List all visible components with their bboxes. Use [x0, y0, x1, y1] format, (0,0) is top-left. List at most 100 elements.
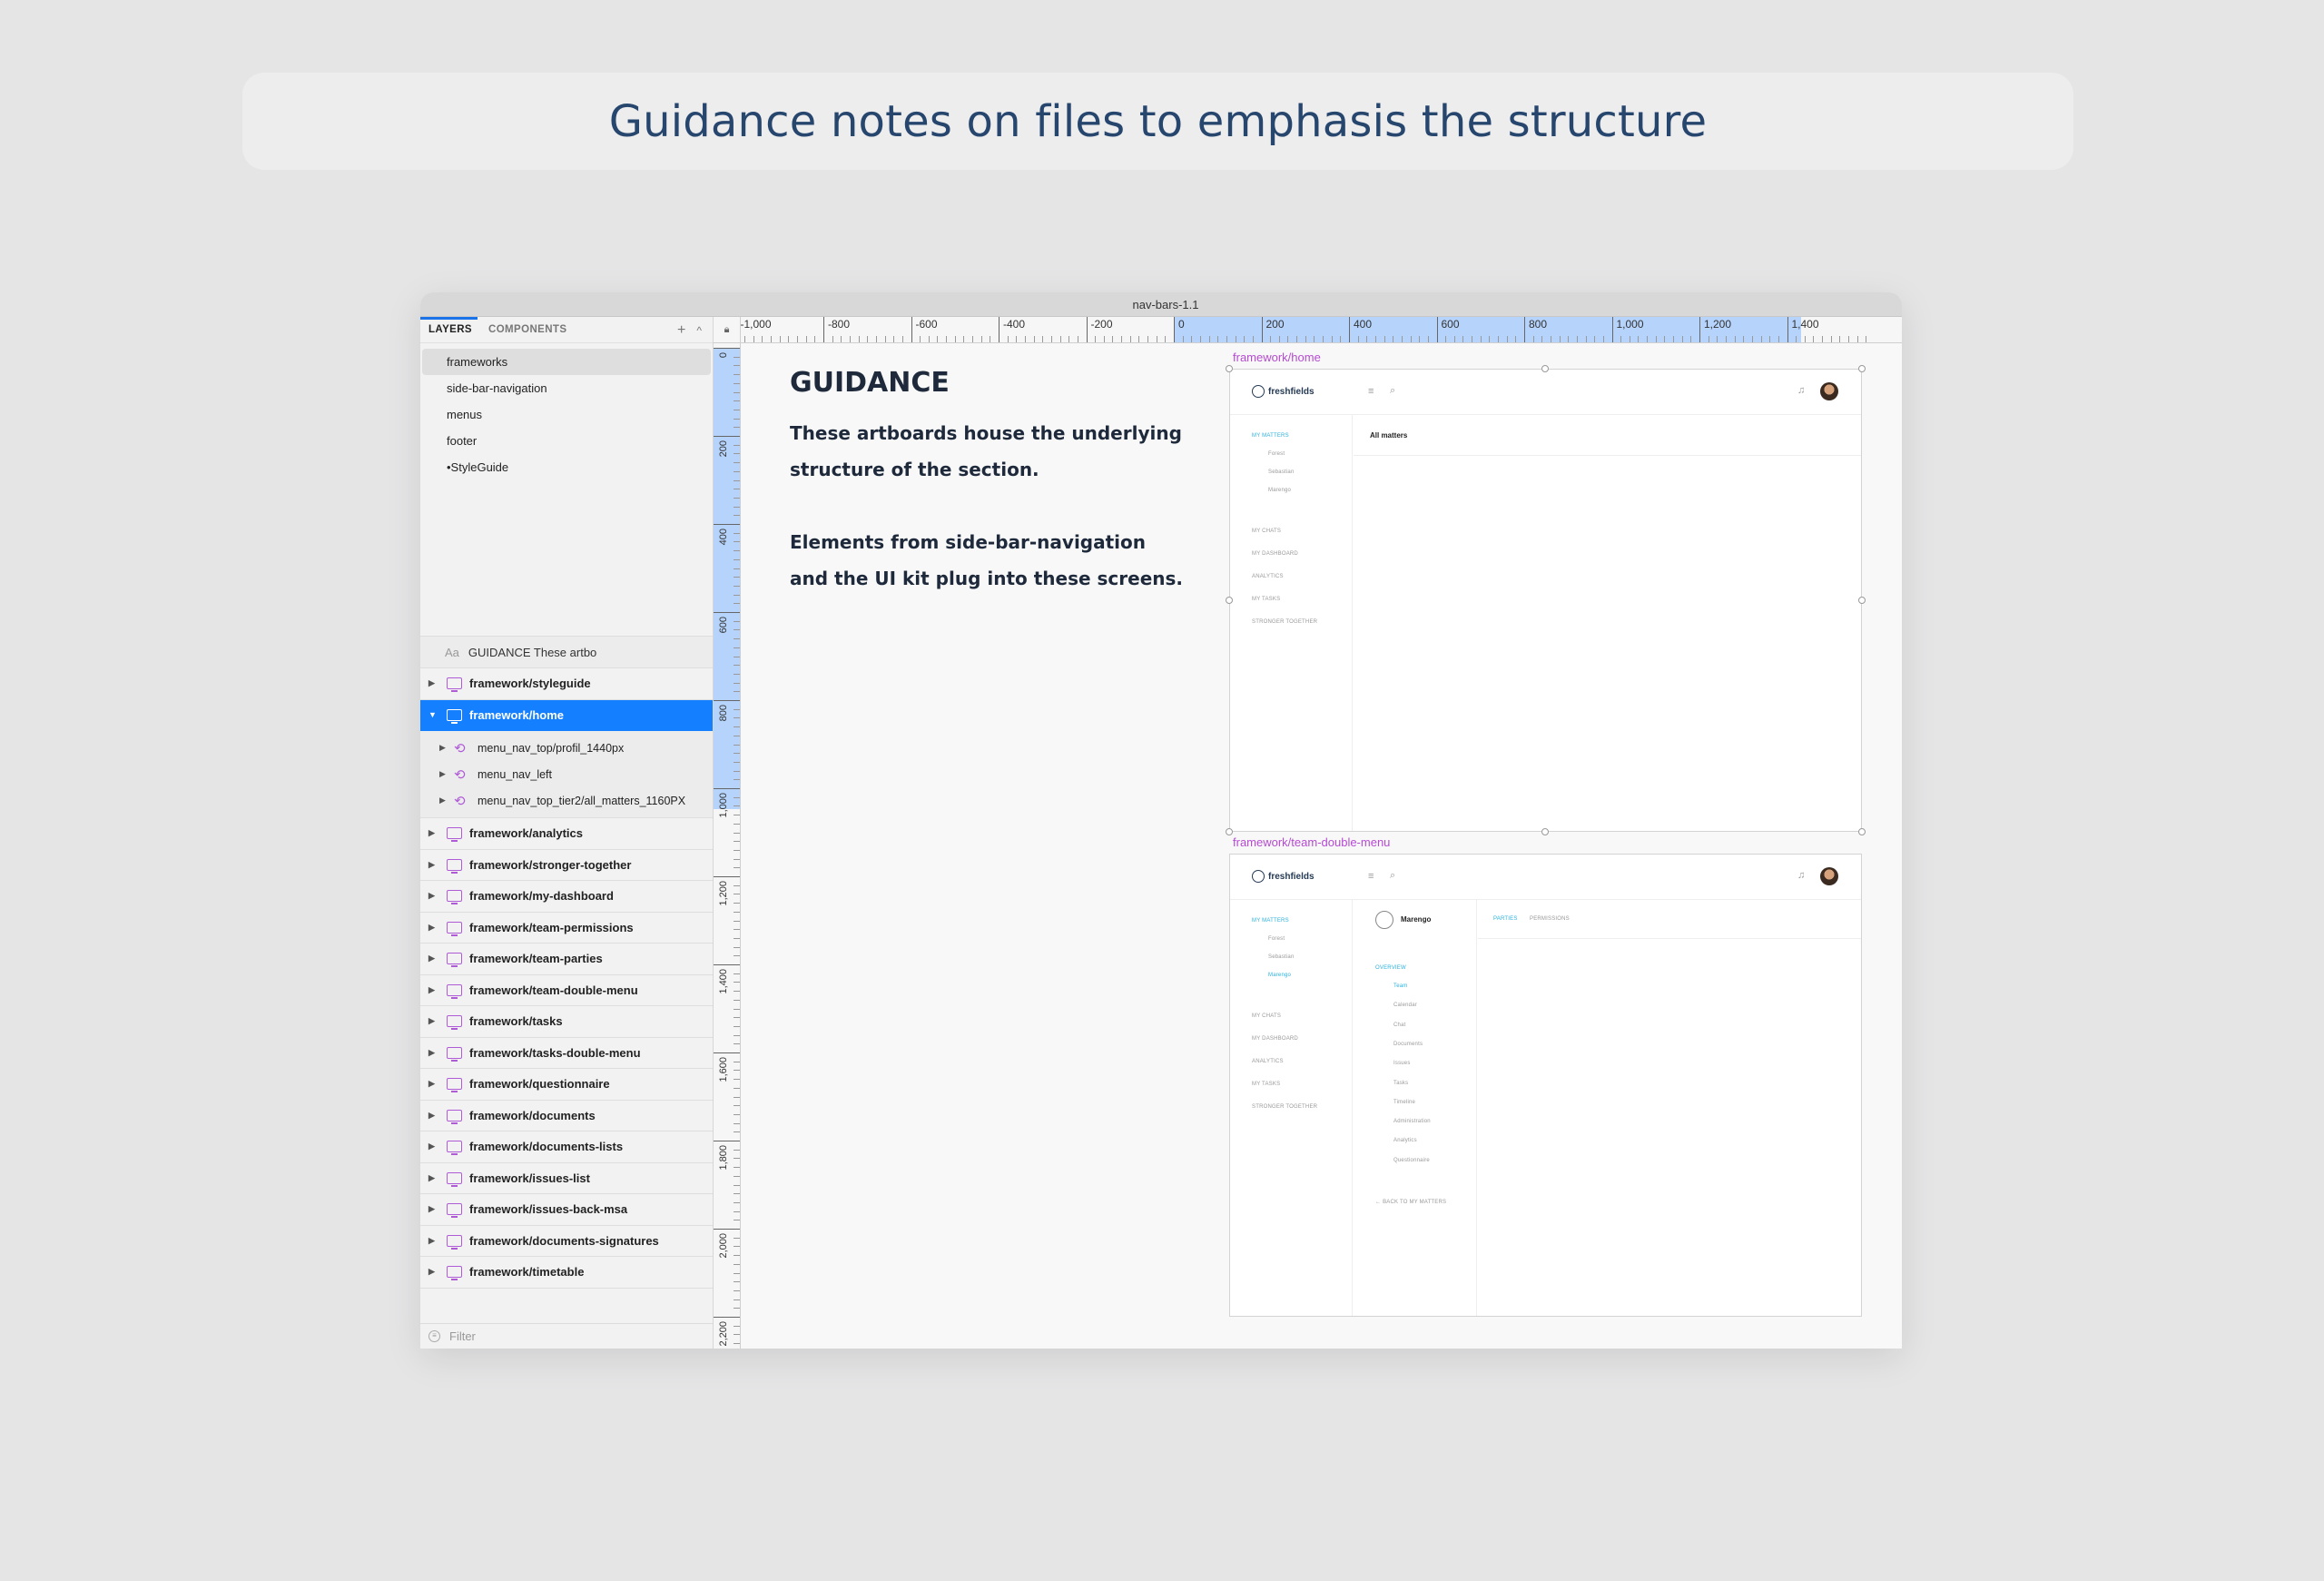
expand-arrow-icon[interactable]: ▶ [428, 1236, 443, 1246]
layer-artboard[interactable]: ▶ framework/analytics [420, 818, 713, 850]
ruler-minor-tick [1191, 336, 1193, 342]
resize-handle[interactable] [1226, 828, 1233, 835]
guidance-text-block[interactable]: GUIDANCE These artboards house the under… [790, 367, 1189, 633]
expand-arrow-icon[interactable]: ▶ [428, 1141, 443, 1151]
ruler-minor-tick [734, 1299, 740, 1300]
layer-artboard[interactable]: ▶ framework/issues-list [420, 1163, 713, 1194]
tab-layers[interactable]: LAYERS [428, 324, 472, 335]
expand-arrow-icon[interactable]: ▶ [428, 923, 443, 933]
layer-artboard[interactable]: ▶ framework/questionnaire [420, 1069, 713, 1101]
resize-handle[interactable] [1858, 828, 1866, 835]
ruler-minor-tick [1541, 336, 1543, 342]
tab-components[interactable]: COMPONENTS [488, 324, 566, 335]
expand-arrow-icon[interactable]: ▶ [428, 678, 443, 688]
resize-handle[interactable] [1226, 597, 1233, 604]
artboard-icon [447, 983, 462, 999]
resize-handle[interactable] [1858, 365, 1866, 372]
page-item-frameworks[interactable]: frameworks [422, 349, 711, 375]
ruler-minor-tick [734, 462, 740, 464]
layer-artboard[interactable]: ▶ framework/issues-back-msa [420, 1194, 713, 1226]
layer-symbol[interactable]: ▶ ⟲ menu_nav_top_tier2/all_matters_1160P… [420, 787, 713, 814]
ruler-minor-tick [734, 691, 740, 693]
ruler-tick-label: 2,000 [718, 1233, 729, 1259]
layer-artboard[interactable]: ▶ framework/documents-lists [420, 1131, 713, 1163]
expand-arrow-icon[interactable]: ▶ [439, 769, 452, 779]
layer-label: framework/team-permissions [469, 920, 634, 934]
layer-artboard[interactable]: ▶ framework/tasks-double-menu [420, 1038, 713, 1069]
artboard-team-double-menu[interactable]: freshfields ≡ ⌕ ♫ MY MATTERS Forest Sebast… [1229, 854, 1862, 1317]
artboard-home[interactable]: freshfields ≡ ⌕ ♫ All matters MY MATTERS… [1229, 369, 1862, 832]
layer-artboard[interactable]: ▶ framework/stronger-together [420, 850, 713, 881]
collapse-arrow-icon[interactable]: ▼ [428, 710, 443, 719]
expand-arrow-icon[interactable]: ▶ [439, 743, 452, 753]
nav-matter-item: Forest [1268, 936, 1285, 942]
ruler-minor-tick [1112, 336, 1114, 342]
matter-name: Marengo [1401, 915, 1432, 924]
page-item-side-bar-navigation[interactable]: side-bar-navigation [422, 375, 711, 401]
ruler-lock-icon[interactable]: 🔒︎ [714, 317, 741, 343]
layer-artboard[interactable]: ▶ framework/team-parties [420, 944, 713, 975]
layer-artboard-selected[interactable]: ▼ framework/home [420, 699, 713, 731]
expand-arrow-icon[interactable]: ▶ [428, 954, 443, 963]
resize-handle[interactable] [1541, 828, 1549, 835]
artboard-label-team-double-menu[interactable]: framework/team-double-menu [1233, 835, 1390, 849]
expand-arrow-icon[interactable]: ▶ [428, 1111, 443, 1121]
expand-arrow-icon[interactable]: ▶ [428, 1079, 443, 1089]
ruler-minor-tick [1796, 336, 1797, 342]
resize-handle[interactable] [1858, 597, 1866, 604]
ruler-minor-tick [734, 1008, 740, 1010]
vertical-ruler[interactable]: 0 200 400 600 800 1,000 1,200 1,400 1,600 1,800 2,… [714, 343, 741, 1349]
layer-symbol[interactable]: ▶ ⟲ menu_nav_top/profil_1440px [420, 735, 713, 761]
horizontal-ruler[interactable]: -1,000 -800 -600 -400 -200 0 200 400 600 800 1,000… [714, 317, 1902, 343]
layer-artboard[interactable]: ▶ framework/documents-signatures [420, 1226, 713, 1257]
layer-label: framework/timetable [469, 1265, 585, 1280]
expand-arrow-icon[interactable]: ▶ [428, 860, 443, 870]
layer-artboard[interactable]: ▶ framework/tasks [420, 1006, 713, 1038]
ruler-minor-tick [734, 400, 740, 402]
layer-label: framework/documents-lists [469, 1140, 624, 1154]
artboard-icon [447, 1078, 462, 1093]
layer-artboard[interactable]: ▶ framework/team-double-menu [420, 975, 713, 1006]
add-page-icon[interactable]: + [677, 322, 685, 339]
layer-text-guidance[interactable]: Aa GUIDANCE These artbo [420, 637, 713, 668]
page-item-styleguide[interactable]: •StyleGuide [422, 454, 711, 480]
artboard-label-home[interactable]: framework/home [1233, 351, 1321, 364]
expand-arrow-icon[interactable]: ▶ [428, 1204, 443, 1214]
layers-sidebar: LAYERS COMPONENTS + ^ frameworks side-ba… [420, 317, 714, 1349]
layer-artboard[interactable]: ▶ framework/team-permissions [420, 913, 713, 944]
layer-symbol[interactable]: ▶ ⟲ menu_nav_left [420, 761, 713, 787]
ruler-minor-tick [734, 665, 740, 667]
expand-arrow-icon[interactable]: ▶ [428, 1016, 443, 1026]
ruler-minor-tick [734, 717, 740, 719]
avatar [1820, 867, 1838, 885]
collapse-pages-icon[interactable]: ^ [696, 322, 702, 339]
ruler-tick: 1,200 [714, 876, 740, 906]
ruler-minor-tick [1559, 336, 1561, 342]
expand-arrow-icon[interactable]: ▶ [428, 828, 443, 838]
expand-arrow-icon[interactable]: ▶ [428, 1267, 443, 1277]
resize-handle[interactable] [1541, 365, 1549, 372]
ruler-minor-tick [1331, 336, 1333, 342]
page-item-footer[interactable]: footer [422, 428, 711, 454]
expand-arrow-icon[interactable]: ▶ [428, 891, 443, 901]
layer-artboard[interactable]: ▶ framework/timetable [420, 1257, 713, 1289]
ruler-tick-label: 1,200 [718, 881, 729, 906]
ruler-selection-highlight [714, 348, 740, 809]
filter-input[interactable]: Filter [449, 1329, 476, 1343]
expand-arrow-icon[interactable]: ▶ [428, 1048, 443, 1058]
ruler-minor-tick [1287, 336, 1289, 342]
ruler-minor-tick [1208, 336, 1210, 342]
ruler-minor-tick [734, 1290, 740, 1291]
layer-filter[interactable]: ≡ Filter [420, 1323, 713, 1349]
expand-arrow-icon[interactable]: ▶ [428, 1173, 443, 1183]
nav-item-my-matters: MY MATTERS [1252, 433, 1289, 439]
expand-arrow-icon[interactable]: ▶ [428, 985, 443, 995]
resize-handle[interactable] [1226, 365, 1233, 372]
layer-artboard[interactable]: ▶ framework/documents [420, 1101, 713, 1131]
expand-arrow-icon[interactable]: ▶ [439, 795, 452, 805]
layer-artboard[interactable]: ▶ framework/styleguide [420, 668, 713, 700]
page-item-menus[interactable]: menus [422, 401, 711, 428]
layer-artboard[interactable]: ▶ framework/my-dashboard [420, 881, 713, 913]
ruler-tick-label: 0 [1178, 318, 1185, 331]
ruler-minor-tick [1760, 336, 1762, 342]
